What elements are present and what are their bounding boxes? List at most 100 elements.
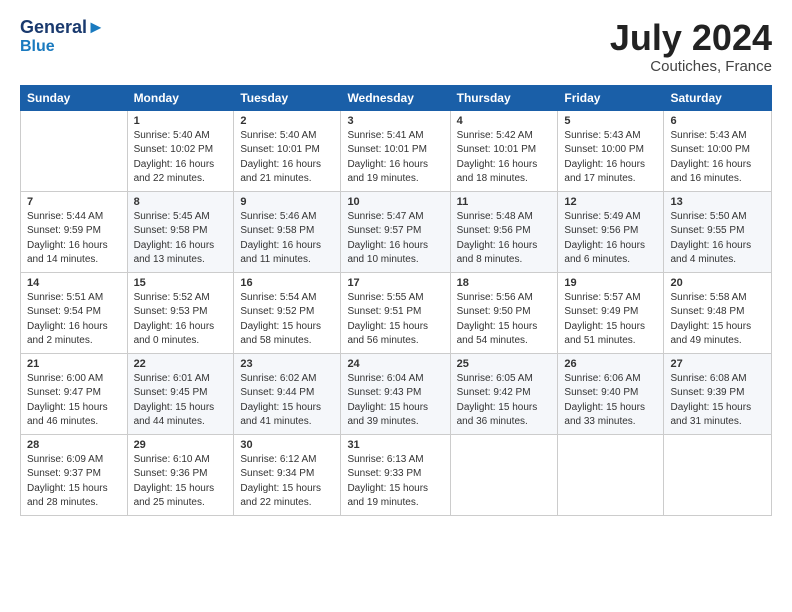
day-number: 10 <box>347 196 443 208</box>
day-info: Sunrise: 5:40 AM Sunset: 10:01 PM Daylig… <box>240 129 334 187</box>
page: General► Blue July 2024 Coutiches, Franc… <box>0 0 792 526</box>
day-number: 2 <box>240 115 334 127</box>
location: Coutiches, France <box>610 58 772 75</box>
day-number: 27 <box>670 358 765 370</box>
month-title: July 2024 <box>610 18 772 58</box>
day-cell: 7 Sunrise: 5:44 AM Sunset: 9:59 PM Daylig… <box>21 191 128 272</box>
day-info: Sunrise: 6:12 AM Sunset: 9:34 PM Dayligh… <box>240 453 334 511</box>
col-header-tuesday: Tuesday <box>234 85 341 110</box>
col-header-sunday: Sunday <box>21 85 128 110</box>
day-number: 14 <box>27 277 121 289</box>
col-header-thursday: Thursday <box>450 85 558 110</box>
header-row: SundayMondayTuesdayWednesdayThursdayFrid… <box>21 85 772 110</box>
day-number: 29 <box>134 439 228 451</box>
day-cell <box>21 110 128 191</box>
day-cell: 20Sunrise: 5:58 AM Sunset: 9:48 PM Dayli… <box>664 272 772 353</box>
day-info: Sunrise: 6:10 AM Sunset: 9:36 PM Dayligh… <box>134 453 228 511</box>
day-number: 11 <box>457 196 552 208</box>
day-info: Sunrise: 5:48 AM Sunset: 9:56 PM Dayligh… <box>457 210 552 268</box>
title-block: July 2024 Coutiches, France <box>610 18 772 75</box>
day-cell: 16Sunrise: 5:54 AM Sunset: 9:52 PM Dayli… <box>234 272 341 353</box>
day-info: Sunrise: 5:47 AM Sunset: 9:57 PM Dayligh… <box>347 210 443 268</box>
day-number: 21 <box>27 358 121 370</box>
day-info: Sunrise: 6:00 AM Sunset: 9:47 PM Dayligh… <box>27 372 121 430</box>
day-info: Sunrise: 6:06 AM Sunset: 9:40 PM Dayligh… <box>564 372 657 430</box>
day-cell: 27 Sunrise: 6:08 AM Sunset: 9:39 PM Dayli… <box>664 353 772 434</box>
day-info: Sunrise: 6:05 AM Sunset: 9:42 PM Dayligh… <box>457 372 552 430</box>
day-info: Sunrise: 6:01 AM Sunset: 9:45 PM Dayligh… <box>134 372 228 430</box>
day-info: Sunrise: 5:45 AM Sunset: 9:58 PM Dayligh… <box>134 210 228 268</box>
day-info: Sunrise: 5:42 AM Sunset: 10:01 PM Daylig… <box>457 129 552 187</box>
day-cell: 28Sunrise: 6:09 AM Sunset: 9:37 PM Dayli… <box>21 434 128 515</box>
day-info: Sunrise: 5:56 AM Sunset: 9:50 PM Dayligh… <box>457 291 552 349</box>
day-info: Sunrise: 5:46 AM Sunset: 9:58 PM Dayligh… <box>240 210 334 268</box>
week-row-2: 7 Sunrise: 5:44 AM Sunset: 9:59 PM Daylig… <box>21 191 772 272</box>
day-info: Sunrise: 5:44 AM Sunset: 9:59 PM Dayligh… <box>27 210 121 268</box>
day-info: Sunrise: 5:52 AM Sunset: 9:53 PM Dayligh… <box>134 291 228 349</box>
day-number: 31 <box>347 439 443 451</box>
day-info: Sunrise: 6:04 AM Sunset: 9:43 PM Dayligh… <box>347 372 443 430</box>
logo-subtext: Blue <box>20 38 105 56</box>
day-number: 24 <box>347 358 443 370</box>
day-cell: 13Sunrise: 5:50 AM Sunset: 9:55 PM Dayli… <box>664 191 772 272</box>
calendar-table: SundayMondayTuesdayWednesdayThursdayFrid… <box>20 85 772 516</box>
header: General► Blue July 2024 Coutiches, Franc… <box>20 18 772 75</box>
day-info: Sunrise: 5:50 AM Sunset: 9:55 PM Dayligh… <box>670 210 765 268</box>
day-cell: 1Sunrise: 5:40 AM Sunset: 10:02 PM Dayli… <box>127 110 234 191</box>
week-row-3: 14 Sunrise: 5:51 AM Sunset: 9:54 PM Dayli… <box>21 272 772 353</box>
day-info: Sunrise: 5:57 AM Sunset: 9:49 PM Dayligh… <box>564 291 657 349</box>
day-cell <box>664 434 772 515</box>
day-cell: 31Sunrise: 6:13 AM Sunset: 9:33 PM Dayli… <box>341 434 450 515</box>
day-number: 16 <box>240 277 334 289</box>
day-cell: 10 Sunrise: 5:47 AM Sunset: 9:57 PM Dayli… <box>341 191 450 272</box>
day-cell: 24 Sunrise: 6:04 AM Sunset: 9:43 PM Dayli… <box>341 353 450 434</box>
day-info: Sunrise: 6:09 AM Sunset: 9:37 PM Dayligh… <box>27 453 121 511</box>
day-info: Sunrise: 6:08 AM Sunset: 9:39 PM Dayligh… <box>670 372 765 430</box>
day-cell: 21 Sunrise: 6:00 AM Sunset: 9:47 PM Dayli… <box>21 353 128 434</box>
day-cell: 8Sunrise: 5:45 AM Sunset: 9:58 PM Daylig… <box>127 191 234 272</box>
week-row-4: 21 Sunrise: 6:00 AM Sunset: 9:47 PM Dayli… <box>21 353 772 434</box>
day-cell: 25Sunrise: 6:05 AM Sunset: 9:42 PM Dayli… <box>450 353 558 434</box>
day-number: 5 <box>564 115 657 127</box>
col-header-monday: Monday <box>127 85 234 110</box>
day-number: 26 <box>564 358 657 370</box>
day-cell: 9 Sunrise: 5:46 AM Sunset: 9:58 PM Daylig… <box>234 191 341 272</box>
day-cell <box>558 434 664 515</box>
day-cell: 5 Sunrise: 5:43 AM Sunset: 10:00 PM Dayli… <box>558 110 664 191</box>
day-number: 22 <box>134 358 228 370</box>
day-cell <box>450 434 558 515</box>
day-number: 12 <box>564 196 657 208</box>
day-number: 20 <box>670 277 765 289</box>
day-cell: 2 Sunrise: 5:40 AM Sunset: 10:01 PM Dayli… <box>234 110 341 191</box>
day-cell: 22 Sunrise: 6:01 AM Sunset: 9:45 PM Dayli… <box>127 353 234 434</box>
day-cell: 15Sunrise: 5:52 AM Sunset: 9:53 PM Dayli… <box>127 272 234 353</box>
day-info: Sunrise: 5:55 AM Sunset: 9:51 PM Dayligh… <box>347 291 443 349</box>
day-number: 18 <box>457 277 552 289</box>
day-cell: 29 Sunrise: 6:10 AM Sunset: 9:36 PM Dayli… <box>127 434 234 515</box>
day-cell: 12 Sunrise: 5:49 AM Sunset: 9:56 PM Dayli… <box>558 191 664 272</box>
col-header-saturday: Saturday <box>664 85 772 110</box>
day-info: Sunrise: 5:51 AM Sunset: 9:54 PM Dayligh… <box>27 291 121 349</box>
day-number: 6 <box>670 115 765 127</box>
day-cell: 17Sunrise: 5:55 AM Sunset: 9:51 PM Dayli… <box>341 272 450 353</box>
day-cell: 23 Sunrise: 6:02 AM Sunset: 9:44 PM Dayli… <box>234 353 341 434</box>
day-cell: 14 Sunrise: 5:51 AM Sunset: 9:54 PM Dayli… <box>21 272 128 353</box>
day-number: 9 <box>240 196 334 208</box>
day-number: 4 <box>457 115 552 127</box>
col-header-friday: Friday <box>558 85 664 110</box>
day-number: 23 <box>240 358 334 370</box>
day-cell: 6Sunrise: 5:43 AM Sunset: 10:00 PM Dayli… <box>664 110 772 191</box>
day-info: Sunrise: 5:43 AM Sunset: 10:00 PM Daylig… <box>564 129 657 187</box>
day-info: Sunrise: 5:49 AM Sunset: 9:56 PM Dayligh… <box>564 210 657 268</box>
day-cell: 4 Sunrise: 5:42 AM Sunset: 10:01 PM Dayli… <box>450 110 558 191</box>
day-cell: 19 Sunrise: 5:57 AM Sunset: 9:49 PM Dayli… <box>558 272 664 353</box>
day-number: 7 <box>27 196 121 208</box>
col-header-wednesday: Wednesday <box>341 85 450 110</box>
day-cell: 18 Sunrise: 5:56 AM Sunset: 9:50 PM Dayli… <box>450 272 558 353</box>
day-number: 19 <box>564 277 657 289</box>
week-row-5: 28Sunrise: 6:09 AM Sunset: 9:37 PM Dayli… <box>21 434 772 515</box>
day-number: 30 <box>240 439 334 451</box>
day-number: 3 <box>347 115 443 127</box>
day-info: Sunrise: 6:02 AM Sunset: 9:44 PM Dayligh… <box>240 372 334 430</box>
logo: General► Blue <box>20 18 105 55</box>
